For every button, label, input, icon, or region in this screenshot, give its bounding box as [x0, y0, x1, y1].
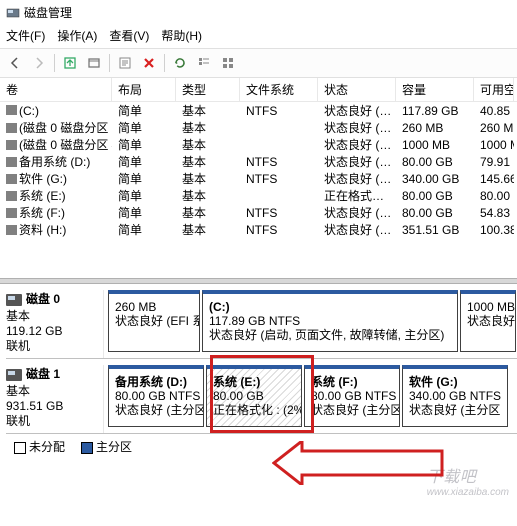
menu-bar: 文件(F) 操作(A) 查看(V) 帮助(H)	[0, 25, 517, 48]
menu-view[interactable]: 查看(V)	[109, 27, 149, 44]
legend-primary: 主分区	[96, 440, 132, 454]
col-volume[interactable]: 卷	[0, 78, 112, 101]
toolbar-grid[interactable]	[217, 52, 239, 74]
partition[interactable]: 1000 MB状态良好 (恢复	[460, 290, 516, 352]
toolbar-window[interactable]	[83, 52, 105, 74]
toolbar	[0, 48, 517, 78]
window-title: 磁盘管理	[24, 4, 72, 21]
partition[interactable]: 系统 (F:)80.00 GB NTFS状态良好 (主分区)	[304, 365, 400, 427]
partition[interactable]: 系统 (E:)80.00 GB正在格式化 : (2%)	[206, 365, 302, 427]
col-status[interactable]: 状态	[318, 78, 396, 101]
disk-status: 联机	[6, 414, 99, 429]
disk-type: 基本	[6, 309, 99, 324]
table-row[interactable]: 系统 (F:)简单基本NTFS状态良好 (…80.00 GB54.83	[0, 204, 517, 221]
col-capacity[interactable]: 容量	[396, 78, 474, 101]
legend-swatch-unalloc	[14, 442, 26, 454]
list-header: 卷 布局 类型 文件系统 状态 容量 可用空	[0, 78, 517, 102]
table-row[interactable]: 资料 (H:)简单基本NTFS状态良好 (…351.51 GB100.38	[0, 221, 517, 238]
graphic-view: 磁盘 0 基本 119.12 GB 联机 260 MB状态良好 (EFI 系统(…	[0, 284, 517, 459]
table-row[interactable]: 备用系统 (D:)简单基本NTFS状态良好 (…80.00 GB79.91	[0, 153, 517, 170]
partition[interactable]: 260 MB状态良好 (EFI 系统	[108, 290, 200, 352]
disk-row-0: 磁盘 0 基本 119.12 GB 联机 260 MB状态良好 (EFI 系统(…	[6, 284, 517, 359]
toolbar-delete[interactable]	[138, 52, 160, 74]
menu-file[interactable]: 文件(F)	[6, 27, 45, 44]
disk-info: 磁盘 1 基本 931.51 GB 联机	[6, 365, 104, 433]
disk-row-1: 磁盘 1 基本 931.51 GB 联机 备用系统 (D:)80.00 GB N…	[6, 359, 517, 434]
disk-header: 磁盘 0	[26, 292, 60, 307]
table-row[interactable]: (磁盘 0 磁盘分区 1)简单基本状态良好 (…260 MB260 M	[0, 119, 517, 136]
toolbar-sep	[54, 54, 55, 72]
toolbar-props[interactable]	[114, 52, 136, 74]
toolbar-forward[interactable]	[28, 52, 50, 74]
partition[interactable]: 备用系统 (D:)80.00 GB NTFS状态良好 (主分区)	[108, 365, 204, 427]
disk-size: 931.51 GB	[6, 399, 99, 414]
table-row[interactable]: (磁盘 0 磁盘分区 4)简单基本状态良好 (…1000 MB1000 M	[0, 136, 517, 153]
menu-action[interactable]: 操作(A)	[57, 27, 97, 44]
toolbar-up[interactable]	[59, 52, 81, 74]
disk-header: 磁盘 1	[26, 367, 60, 382]
title-bar: 磁盘管理	[0, 0, 517, 25]
toolbar-list[interactable]	[193, 52, 215, 74]
col-type[interactable]: 类型	[176, 78, 240, 101]
table-row[interactable]: (C:)简单基本NTFS状态良好 (…117.89 GB40.85	[0, 102, 517, 119]
legend-swatch-primary	[81, 442, 93, 454]
volume-list: 卷 布局 类型 文件系统 状态 容量 可用空 (C:)简单基本NTFS状态良好 …	[0, 78, 517, 272]
col-fs[interactable]: 文件系统	[240, 78, 318, 101]
toolbar-back[interactable]	[4, 52, 26, 74]
partition[interactable]: 软件 (G:)340.00 GB NTFS状态良好 (主分区	[402, 365, 508, 427]
watermark: 下载吧 www.xiazaiba.com	[427, 463, 509, 498]
legend-unalloc: 未分配	[29, 440, 65, 454]
table-row[interactable]: 系统 (E:)简单基本正在格式…80.00 GB80.00	[0, 187, 517, 204]
disk-info: 磁盘 0 基本 119.12 GB 联机	[6, 290, 104, 358]
toolbar-refresh[interactable]	[169, 52, 191, 74]
menu-help[interactable]: 帮助(H)	[161, 27, 202, 44]
toolbar-sep	[164, 54, 165, 72]
toolbar-sep	[109, 54, 110, 72]
disk-status: 联机	[6, 339, 99, 354]
col-layout[interactable]: 布局	[112, 78, 176, 101]
disk-icon	[6, 294, 22, 306]
disk-size: 119.12 GB	[6, 324, 99, 339]
app-icon	[6, 6, 20, 20]
col-free[interactable]: 可用空	[474, 78, 514, 101]
disk-icon	[6, 369, 22, 381]
table-row[interactable]: 软件 (G:)简单基本NTFS状态良好 (…340.00 GB145.66	[0, 170, 517, 187]
partition[interactable]: (C:)117.89 GB NTFS状态良好 (启动, 页面文件, 故障转储, …	[202, 290, 458, 352]
legend: 未分配 主分区	[6, 434, 517, 459]
disk-type: 基本	[6, 384, 99, 399]
